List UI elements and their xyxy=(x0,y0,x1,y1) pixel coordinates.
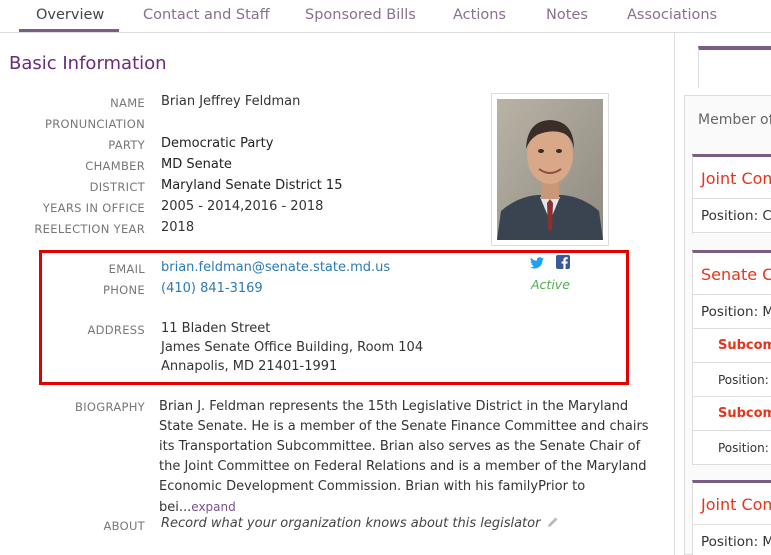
right-panel-tab[interactable] xyxy=(698,46,771,88)
district-value: Maryland Senate District 15 xyxy=(161,178,343,193)
panel-divider xyxy=(674,33,675,555)
subcommittee-title-link[interactable]: Subcom xyxy=(693,329,771,363)
subcommittee-position: Position: M xyxy=(693,431,771,465)
about-placeholder: Record what your organization knows abou… xyxy=(161,516,541,531)
years-in-office-value: 2005 - 2014,2016 - 2018 xyxy=(161,199,324,214)
member-of-heading: Member of xyxy=(698,112,771,128)
pencil-icon[interactable] xyxy=(547,516,559,528)
email-label: EMAIL xyxy=(108,262,145,276)
active-tab-indicator xyxy=(19,29,119,32)
pronunciation-label: PRONUNCIATION xyxy=(45,117,145,131)
expand-link[interactable]: expand xyxy=(191,500,235,514)
committee-title-link[interactable]: Senate C xyxy=(693,253,771,295)
committee-card: Senate C Position: M Subcom Position: M … xyxy=(692,250,771,465)
committee-card: Joint Com Position: M xyxy=(692,480,771,555)
committee-position: Position: C xyxy=(693,199,771,233)
phone-link[interactable]: (410) 841-3169 xyxy=(161,281,263,296)
committee-position: Position: M xyxy=(693,295,771,329)
address-line-2: James Senate Office Building, Room 104 xyxy=(161,340,424,355)
committee-title-link[interactable]: Joint Com xyxy=(693,157,771,199)
email-link[interactable]: brian.feldman@senate.state.md.us xyxy=(161,260,390,275)
facebook-icon[interactable] xyxy=(556,254,570,273)
name-label: NAME xyxy=(110,96,145,110)
biography-text: Brian J. Feldman represents the 15th Leg… xyxy=(159,397,649,518)
committee-position: Position: M xyxy=(693,525,771,555)
tab-contact-and-staff[interactable]: Contact and Staff xyxy=(143,7,270,23)
tab-sponsored-bills[interactable]: Sponsored Bills xyxy=(305,7,416,23)
about-field[interactable]: Record what your organization knows abou… xyxy=(161,516,559,531)
party-label: PARTY xyxy=(108,138,145,152)
district-label: DISTRICT xyxy=(89,180,145,194)
portrait-image xyxy=(497,99,603,240)
subcommittee-position: Position: M xyxy=(693,363,771,397)
tab-associations[interactable]: Associations xyxy=(627,7,717,23)
tab-bar: Overview Contact and Staff Sponsored Bil… xyxy=(0,0,771,33)
reelection-year-value: 2018 xyxy=(161,220,195,235)
chamber-value: MD Senate xyxy=(161,157,232,172)
party-value: Democratic Party xyxy=(161,136,274,151)
chamber-label: CHAMBER xyxy=(85,159,145,173)
address-line-3: Annapolis, MD 21401-1991 xyxy=(161,359,338,374)
address-label: ADDRESS xyxy=(87,323,145,337)
biography-body: Brian J. Feldman represents the 15th Leg… xyxy=(159,399,649,515)
tab-overview[interactable]: Overview xyxy=(36,7,104,23)
committee-card: Joint Com Position: C xyxy=(692,154,771,234)
committee-title-link[interactable]: Joint Com xyxy=(693,483,771,525)
address-line-1: 11 Bladen Street xyxy=(161,321,271,336)
tab-notes[interactable]: Notes xyxy=(546,7,588,23)
subcommittee-title-link[interactable]: Subcom xyxy=(693,397,771,431)
tab-actions[interactable]: Actions xyxy=(453,7,506,23)
twitter-icon[interactable] xyxy=(530,254,544,273)
section-title: Basic Information xyxy=(9,53,167,74)
status-badge: Active xyxy=(531,277,570,292)
phone-label: PHONE xyxy=(102,283,145,297)
legislator-photo xyxy=(491,93,609,246)
years-in-office-label: YEARS IN OFFICE xyxy=(42,201,145,215)
reelection-year-label: REELECTION YEAR xyxy=(34,222,145,236)
name-value: Brian Jeffrey Feldman xyxy=(161,94,301,109)
about-label: ABOUT xyxy=(103,519,145,533)
biography-label: BIOGRAPHY xyxy=(75,400,145,414)
